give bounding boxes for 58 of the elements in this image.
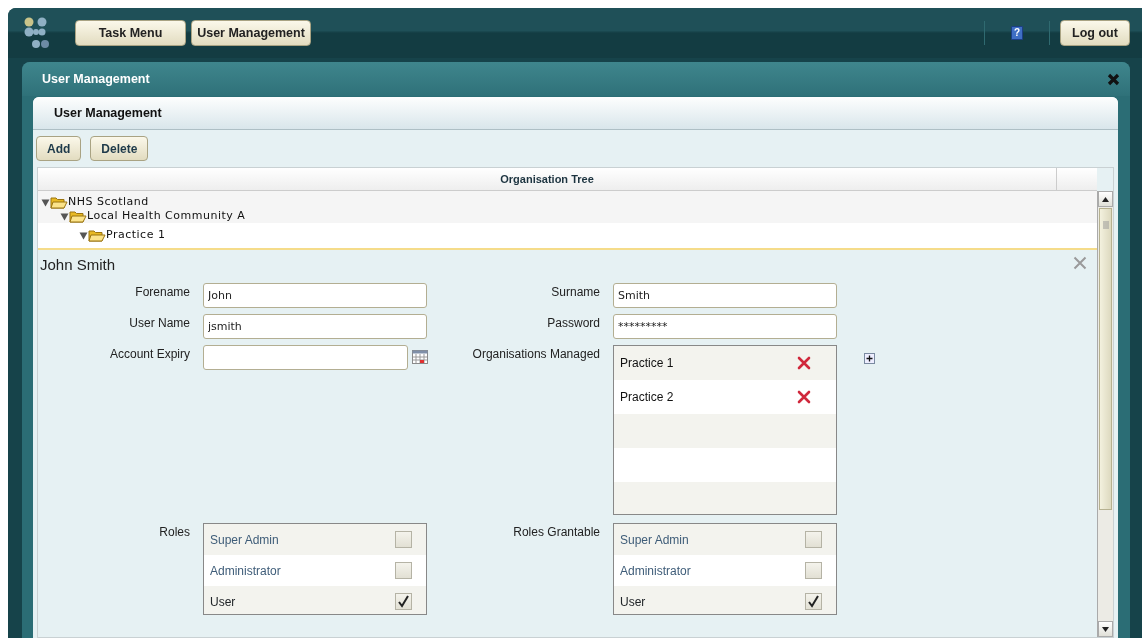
scroll-down-button[interactable] [1098, 621, 1113, 637]
tree-item[interactable]: Practice 1 [38, 223, 1097, 248]
field-label: Account Expiry [108, 346, 191, 363]
field-label: Surname [550, 284, 601, 301]
field-label: Roles [158, 524, 191, 541]
field-label: User Name [128, 315, 191, 332]
checkbox[interactable] [395, 531, 412, 548]
field-label: Roles Grantable [512, 524, 601, 541]
expanded-arrow-icon[interactable] [79, 231, 88, 240]
list-item-text: Practice 1 [620, 355, 674, 372]
scrollbar[interactable] [1097, 191, 1113, 637]
close-icon[interactable] [1107, 72, 1120, 86]
folder-icon [50, 195, 68, 209]
folder-icon [69, 209, 87, 223]
logout-button[interactable]: Log out [1060, 20, 1130, 46]
input-field[interactable]: ********* [613, 314, 837, 339]
up-arrow-icon [1102, 196, 1109, 202]
role-name: Administrator [620, 562, 691, 580]
checkbox[interactable] [805, 593, 822, 610]
scrollbar-thumb[interactable] [1099, 208, 1112, 510]
add-icon[interactable] [864, 353, 875, 364]
logo-icon [24, 17, 50, 49]
role-name: Administrator [210, 562, 281, 580]
scroll-up-button[interactable] [1098, 191, 1113, 207]
role-name: Super Admin [210, 531, 279, 549]
menu-button[interactable]: User Management [191, 20, 311, 46]
column-header: Organisation Tree [38, 168, 1057, 190]
tree-item[interactable]: NHS Scotland [38, 195, 1097, 209]
input-field[interactable]: Smith [613, 283, 837, 308]
down-arrow-icon [1102, 626, 1109, 632]
tree-item[interactable]: Local Health Community A [38, 209, 1097, 223]
checkbox[interactable] [395, 593, 412, 610]
checkbox[interactable] [805, 531, 822, 548]
toolbar-button[interactable]: Add [36, 136, 82, 161]
input-field[interactable]: John [203, 283, 427, 308]
role-name: User [620, 593, 646, 611]
grip-icon [1102, 221, 1109, 229]
list-item-text: Practice 2 [620, 389, 674, 406]
remove-icon[interactable] [797, 356, 811, 370]
toolbar-button[interactable]: Delete [90, 136, 149, 161]
field-label: Organisations Managed [471, 346, 601, 363]
checkbox[interactable] [805, 562, 822, 579]
role-name: Super Admin [620, 531, 689, 549]
field-label: Forename [134, 284, 191, 301]
close-icon[interactable] [1073, 256, 1087, 270]
remove-icon[interactable] [797, 390, 811, 404]
form-title: John Smith [39, 255, 116, 275]
calendar-icon[interactable] [412, 350, 428, 364]
input-field[interactable]: jsmith [203, 314, 427, 339]
input-field[interactable] [203, 345, 408, 370]
panel-title: User Management [54, 104, 162, 122]
folder-icon [88, 229, 106, 242]
help-icon[interactable]: ? [1011, 26, 1023, 40]
menu-button[interactable]: Task Menu [75, 20, 186, 46]
checkbox[interactable] [395, 562, 412, 579]
field-label: Password [546, 315, 601, 332]
window-title: User Management [42, 70, 151, 88]
role-name: User [210, 593, 236, 611]
